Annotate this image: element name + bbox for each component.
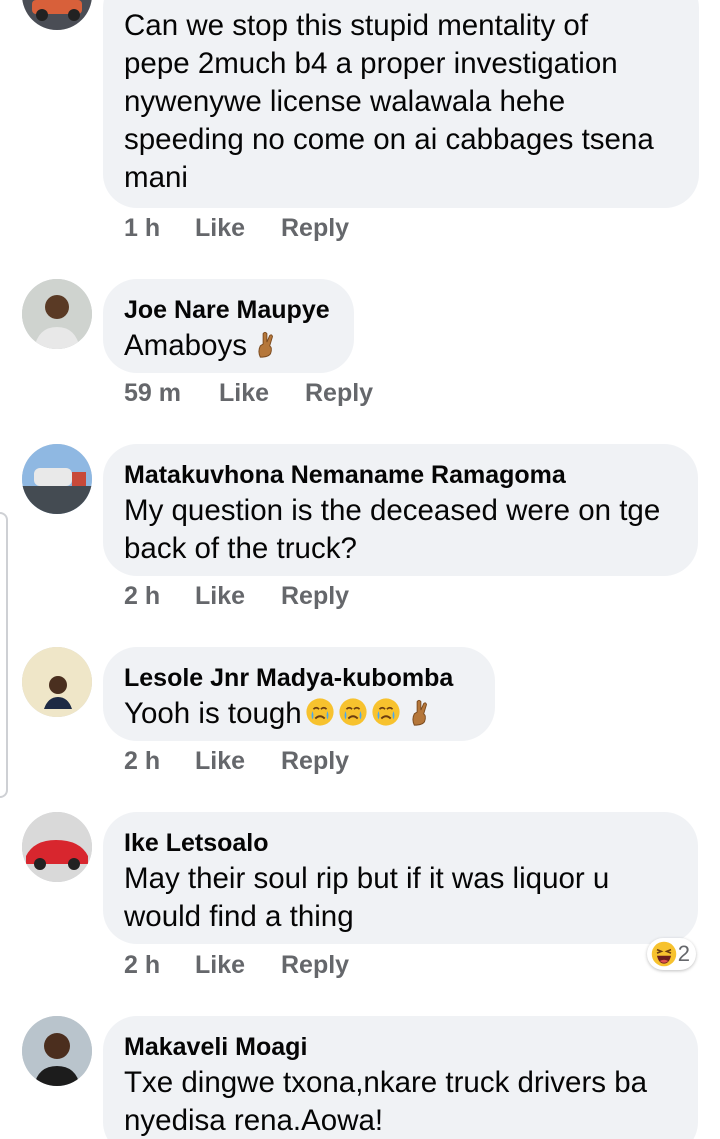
comment-author[interactable]: Lesole Jnr Madya-kubomba [124,661,474,695]
comment-bubble: Joe Nare Maupye Amaboys [103,279,354,373]
comment-timestamp[interactable]: 59 m [124,376,181,410]
comment-bubble: Can we stop this stupid mentality of pep… [103,0,699,208]
reply-button[interactable]: Reply [281,744,349,778]
laughing-face-icon [650,940,678,968]
reply-button[interactable]: Reply [281,579,349,613]
comment-bubble: Ike Letsoalo May their soul rip but if i… [103,812,698,944]
avatar[interactable] [22,444,92,514]
comment-author[interactable]: Ike Letsoalo [124,826,677,860]
avatar[interactable] [22,647,92,717]
reply-button[interactable]: Reply [305,376,373,410]
reaction-count: 2 [677,941,690,966]
like-button[interactable]: Like [195,211,245,245]
comment-author[interactable]: Makaveli Moagi [124,1030,677,1064]
comment-timestamp[interactable]: 1 h [124,211,160,245]
comment-text: Txe dingwe txona,nkare truck drivers ba … [124,1066,648,1137]
avatar[interactable] [22,1016,92,1086]
comment-text: May their soul rip but if it was liquor … [124,862,610,933]
crying-face-emoji [371,697,401,727]
comment-timestamp[interactable]: 2 h [124,948,160,982]
reply-button[interactable]: Reply [281,948,349,982]
comment-bubble: Matakuvhona Nemaname Ramagoma My questio… [103,444,698,576]
side-scroll-indicator [0,512,8,798]
crying-face-emoji [305,697,335,727]
like-button[interactable]: Like [219,376,269,410]
comment-author[interactable]: Matakuvhona Nemaname Ramagoma [124,458,677,492]
comment-bubble: Makaveli Moagi Txe dingwe txona,nkare tr… [103,1016,698,1139]
like-button[interactable]: Like [195,948,245,982]
crying-face-emoji [338,697,368,727]
reply-button[interactable]: Reply [281,211,349,245]
reaction-badge[interactable]: 2 [646,938,696,970]
avatar[interactable] [22,279,92,349]
comment-timestamp[interactable]: 2 h [124,744,160,778]
like-button[interactable]: Like [195,579,245,613]
comment-text: Amaboys [124,329,247,362]
comment-timestamp[interactable]: 2 h [124,579,160,613]
avatar[interactable] [22,0,92,30]
comment-author[interactable]: Joe Nare Maupye [124,293,333,327]
avatar[interactable] [22,812,92,882]
comment-text: Yooh is tough [124,697,302,730]
crossed-fingers-emoji [250,329,280,359]
comment-text: Can we stop this stupid mentality of pep… [124,9,654,194]
like-button[interactable]: Like [195,744,245,778]
crossed-fingers-emoji [404,697,434,727]
comment-text: My question is the deceased were on tge … [124,494,661,565]
comment-bubble: Lesole Jnr Madya-kubomba Yooh is tough [103,647,495,741]
